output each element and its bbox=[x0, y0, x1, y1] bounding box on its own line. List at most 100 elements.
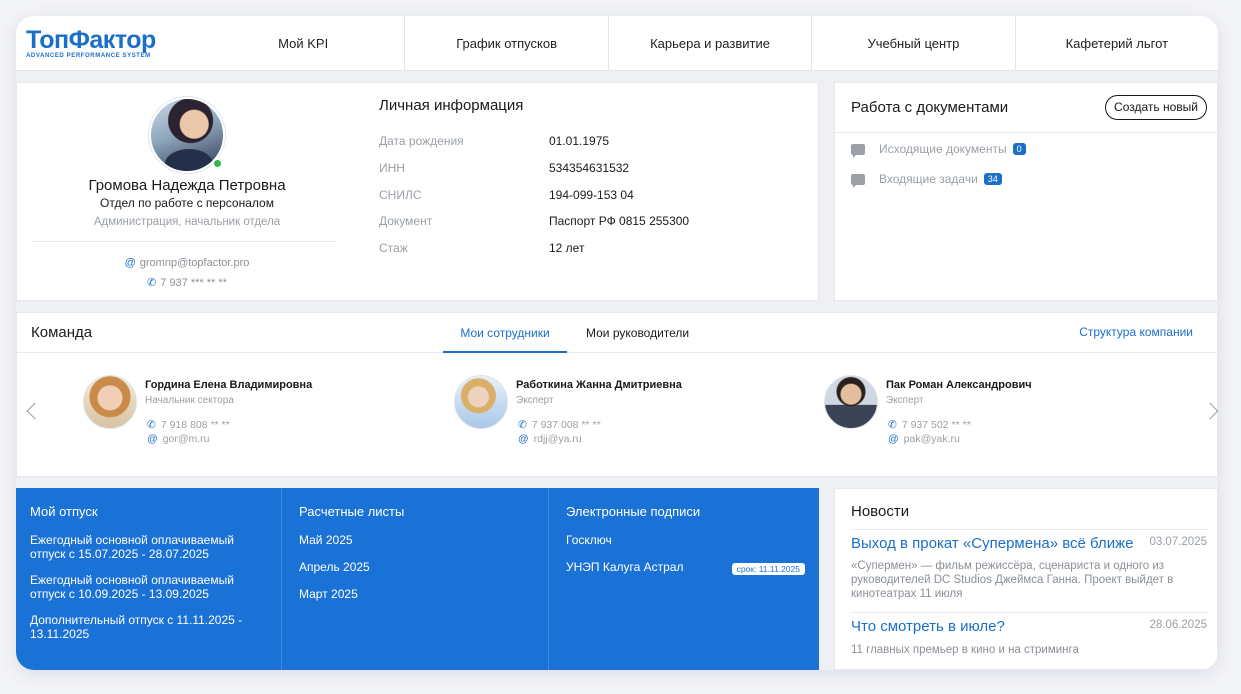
hr-services-panel: Мой отпуск Ежегодный основной оплачиваем… bbox=[16, 488, 819, 670]
member-email-row[interactable]: @ pak@yak.ru bbox=[888, 433, 960, 445]
message-icon bbox=[851, 143, 865, 158]
signatures-column: Электронные подписи Госключ УНЭП Калуга … bbox=[548, 488, 819, 670]
member-role: Эксперт bbox=[516, 395, 554, 406]
member-avatar bbox=[454, 375, 508, 429]
info-value: Паспорт РФ 0815 255300 bbox=[549, 214, 690, 228]
member-role: Эксперт bbox=[886, 395, 924, 406]
create-document-button[interactable]: Создать новый bbox=[1105, 95, 1207, 120]
team-member-card[interactable]: Гордина Елена Владимировна Начальник сек… bbox=[83, 375, 383, 455]
member-name: Пак Роман Александрович bbox=[886, 379, 1032, 391]
profile-card: Громова Надежда Петровна Отдел по работе… bbox=[16, 82, 819, 301]
payslip-item[interactable]: Май 2025 bbox=[299, 533, 534, 547]
news-excerpt: 11 главных премьер в кино и на стриминга bbox=[851, 644, 1079, 656]
vacation-title: Мой отпуск bbox=[30, 504, 98, 519]
phone-icon: ✆ bbox=[147, 277, 157, 289]
signature-item[interactable]: Госключ bbox=[566, 533, 805, 547]
member-phone: 7 937 008 ** ** bbox=[531, 419, 601, 431]
at-icon: @ bbox=[147, 433, 158, 445]
news-excerpt: «Супермен» — фильм режиссёра, сценариста… bbox=[851, 560, 1174, 600]
at-icon: @ bbox=[888, 433, 899, 445]
news-headline[interactable]: Что смотреть в июле? bbox=[851, 618, 1005, 635]
member-email: pak@yak.ru bbox=[903, 433, 960, 445]
member-phone: 7 937 502 ** ** bbox=[901, 419, 971, 431]
phone-icon: ✆ bbox=[888, 419, 897, 431]
vacation-column: Мой отпуск Ежегодный основной оплачиваем… bbox=[16, 488, 281, 670]
info-label: Дата рождения bbox=[379, 134, 464, 148]
team-member-card[interactable]: Пак Роман Александрович Эксперт ✆ 7 937 5… bbox=[824, 375, 1124, 455]
tab-my-managers[interactable]: Мои руководители bbox=[586, 313, 689, 353]
nav-item-kpi[interactable]: Мой KPI bbox=[202, 16, 404, 70]
member-phone-row[interactable]: ✆ 7 937 502 ** ** bbox=[888, 419, 971, 431]
carousel-next-arrow[interactable] bbox=[1205, 401, 1218, 423]
profile-phone-row[interactable]: ✆ 7 937 *** ** ** bbox=[17, 276, 357, 289]
member-phone-row[interactable]: ✆ 7 918 808 ** ** bbox=[147, 419, 230, 431]
documents-card: Работа с документами Создать новый Исход… bbox=[834, 82, 1218, 301]
nav-item-benefits[interactable]: Кафетерий льгот bbox=[1014, 16, 1218, 70]
count-badge: 34 bbox=[983, 173, 1002, 185]
carousel-prev-arrow[interactable] bbox=[25, 401, 39, 423]
message-icon bbox=[851, 173, 865, 188]
info-value: 01.01.1975 bbox=[549, 134, 610, 148]
info-value: 194-099-153 04 bbox=[549, 188, 634, 202]
at-icon: @ bbox=[124, 257, 136, 269]
phone-icon: ✆ bbox=[147, 419, 156, 431]
info-label: СНИЛС bbox=[379, 188, 422, 202]
member-name: Работкина Жанна Дмитриевна bbox=[516, 379, 682, 391]
payslips-column: Расчетные листы Май 2025 Апрель 2025 Мар… bbox=[281, 488, 548, 670]
vacation-item[interactable]: Ежегодный основной оплачиваемый отпуск с… bbox=[30, 533, 267, 561]
online-status-dot bbox=[212, 158, 223, 169]
profile-phone: 7 937 *** ** ** bbox=[160, 277, 227, 289]
vacation-item[interactable]: Ежегодный основной оплачиваемый отпуск с… bbox=[30, 573, 267, 601]
doc-row-outgoing[interactable]: Исходящие документы 0 bbox=[851, 142, 1026, 158]
top-header: ТопФактор ADVANCED PERFORMANCE SYSTEM Мо… bbox=[16, 16, 1218, 71]
team-title: Команда bbox=[31, 324, 93, 341]
at-icon: @ bbox=[518, 433, 529, 445]
documents-header: Работа с документами Создать новый bbox=[835, 83, 1217, 133]
nav-item-career[interactable]: Карьера и развитие bbox=[607, 16, 811, 70]
nav-item-training-center[interactable]: Учебный центр bbox=[811, 16, 1014, 70]
profile-avatar-wrap bbox=[149, 97, 225, 173]
profile-role: Администрация, начальник отдела bbox=[93, 216, 281, 228]
app-window: ТопФактор ADVANCED PERFORMANCE SYSTEM Мо… bbox=[16, 16, 1218, 670]
tab-my-employees[interactable]: Мои сотрудники bbox=[443, 313, 567, 353]
logo-tagline: ADVANCED PERFORMANCE SYSTEM bbox=[26, 53, 151, 59]
doc-row-label: Входящие задачи bbox=[879, 172, 978, 186]
news-headline[interactable]: Выход в прокат «Супермена» всё ближе bbox=[851, 535, 1133, 552]
logo[interactable]: ТопФактор ADVANCED PERFORMANCE SYSTEM bbox=[16, 16, 202, 70]
member-role: Начальник сектора bbox=[145, 395, 234, 406]
member-email: gor@m.ru bbox=[162, 433, 210, 445]
payslip-item[interactable]: Март 2025 bbox=[299, 587, 534, 601]
member-avatar bbox=[83, 375, 137, 429]
member-phone: 7 918 808 ** ** bbox=[160, 419, 230, 431]
payslip-item[interactable]: Апрель 2025 bbox=[299, 560, 534, 574]
member-email-row[interactable]: @ gor@m.ru bbox=[147, 433, 210, 445]
documents-title: Работа с документами bbox=[851, 99, 1009, 116]
doc-row-label: Исходящие документы bbox=[879, 142, 1007, 156]
count-badge: 0 bbox=[1012, 143, 1026, 155]
news-divider bbox=[851, 529, 1209, 530]
news-divider bbox=[851, 612, 1209, 613]
company-structure-link[interactable]: Структура компании bbox=[1079, 325, 1193, 339]
nav-item-vacation-schedule[interactable]: График отпусков bbox=[404, 16, 607, 70]
main-nav: Мой KPI График отпусков Карьера и развит… bbox=[202, 16, 1218, 70]
vacation-item[interactable]: Дополнительный отпуск с 11.11.2025 - 13.… bbox=[30, 613, 267, 641]
signatures-title: Электронные подписи bbox=[566, 504, 701, 519]
phone-icon: ✆ bbox=[518, 419, 527, 431]
news-date: 03.07.2025 bbox=[1149, 536, 1207, 548]
member-avatar bbox=[824, 375, 878, 429]
profile-name: Громова Надежда Петровна bbox=[88, 177, 286, 194]
profile-email: gromnp@topfactor.pro bbox=[139, 257, 250, 269]
info-value: 12 лет bbox=[549, 241, 585, 255]
logo-wordmark: ТопФактор bbox=[26, 26, 156, 54]
member-name: Гордина Елена Владимировна bbox=[145, 379, 313, 391]
team-member-card[interactable]: Работкина Жанна Дмитриевна Эксперт ✆ 7 93… bbox=[454, 375, 754, 455]
news-card: Новости Выход в прокат «Супермена» всё б… bbox=[834, 488, 1218, 670]
personal-info-title: Личная информация bbox=[379, 97, 524, 114]
member-email-row[interactable]: @ rdjj@ya.ru bbox=[518, 433, 582, 445]
info-label: Стаж bbox=[379, 241, 408, 255]
member-phone-row[interactable]: ✆ 7 937 008 ** ** bbox=[518, 419, 601, 431]
profile-department: Отдел по работе с персоналом bbox=[100, 196, 274, 210]
profile-email-row[interactable]: @ gromnp@topfactor.pro bbox=[17, 257, 357, 269]
doc-row-incoming[interactable]: Входящие задачи 34 bbox=[851, 172, 1002, 188]
member-email: rdjj@ya.ru bbox=[533, 433, 582, 445]
